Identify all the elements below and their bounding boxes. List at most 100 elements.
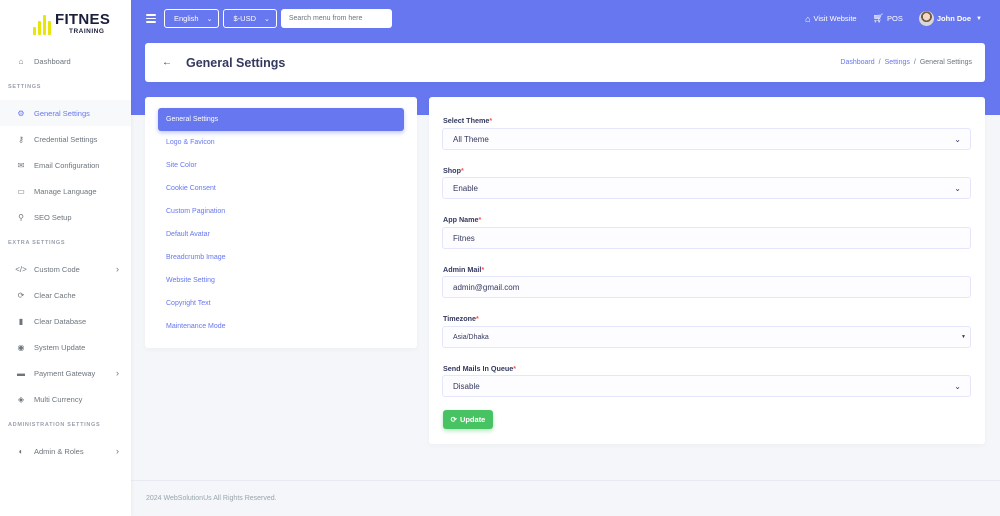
shield-icon: ◐ <box>18 446 24 456</box>
language-select-value: English <box>174 14 199 23</box>
settings-tab-site-color[interactable]: Site Color <box>158 154 404 177</box>
settings-tab-cookie-consent[interactable]: Cookie Consent <box>158 177 404 200</box>
sidebar-item-clear-cache[interactable]: ⟳ Clear Cache <box>0 282 131 308</box>
general-settings-form: Select Theme* All Theme ⌄ Shop* Enable ⌄… <box>429 97 985 444</box>
timezone-label: Timezone* <box>443 314 479 323</box>
sidebar-item-admin-roles[interactable]: ◐ Admin & Roles › <box>0 438 131 464</box>
top-navbar: English ⌄ $-USD ⌄ Search menu from here … <box>131 0 1000 37</box>
sidebar-item-label: Manage Language <box>34 186 97 196</box>
sidebar-item-label: SEO Setup <box>34 212 72 222</box>
sidebar-header-admin: ADMINISTRATION SETTINGS <box>8 422 101 428</box>
refresh-icon: ⟳ <box>17 290 25 300</box>
hamburger-menu-icon[interactable] <box>146 14 156 23</box>
copyright-text: 2024 WebSolutionUs All Rights Reserved. <box>146 495 277 502</box>
chevron-down-icon: ⌄ <box>954 381 961 391</box>
sidebar-item-payment-gateway[interactable]: ▬ Payment Gateway › <box>0 360 131 386</box>
settings-tab-website-setting[interactable]: Website Setting <box>158 269 404 292</box>
dumbbell-logo-icon <box>33 13 51 35</box>
settings-nav-card: General Settings Logo & Favicon Site Col… <box>145 97 417 348</box>
app-name-input[interactable]: Fitnes <box>442 227 971 249</box>
sidebar-header-settings: SETTINGS <box>8 84 42 90</box>
settings-tab-logo-favicon[interactable]: Logo & Favicon <box>158 131 404 154</box>
sidebar-item-system-update[interactable]: ◉ System Update <box>0 334 131 360</box>
sidebar-item-label: System Update <box>34 342 86 352</box>
envelope-icon: ✉ <box>17 160 25 170</box>
sidebar-item-label: Dashboard <box>34 56 71 66</box>
coins-icon: ◈ <box>17 394 25 404</box>
arrow-left-icon[interactable]: ← <box>162 57 172 68</box>
update-button[interactable]: ⟳ Update <box>443 410 493 429</box>
brand-logo[interactable]: FITNES TRAINING <box>0 0 131 48</box>
chevron-right-icon: › <box>116 446 119 456</box>
user-menu[interactable]: John Doe ▼ <box>918 11 982 26</box>
visit-website-link[interactable]: ⌂ Visit Website <box>805 14 857 24</box>
shop-label: Shop* <box>443 166 464 175</box>
gear-icon: ⚙ <box>17 108 25 118</box>
sidebar-item-clear-database[interactable]: ▮ Clear Database <box>0 308 131 334</box>
update-icon: ◉ <box>17 342 25 352</box>
chevron-down-icon: ⌄ <box>206 15 213 23</box>
chevron-down-icon: ⌄ <box>954 134 961 144</box>
shop-select[interactable]: Enable ⌄ <box>442 177 971 199</box>
mail-queue-label: Send Mails In Queue* <box>443 364 517 373</box>
admin-mail-value: admin@gmail.com <box>453 282 520 292</box>
brand-subtitle: TRAINING <box>69 28 105 36</box>
sidebar-item-label: Credential Settings <box>34 134 98 144</box>
settings-tab-breadcrumb-image[interactable]: Breadcrumb Image <box>158 246 404 269</box>
sidebar-item-label: Clear Database <box>34 316 87 326</box>
timezone-select-value: Asia/Dhaka <box>453 333 489 341</box>
settings-tab-general-settings[interactable]: General Settings <box>158 108 404 131</box>
breadcrumb: Dashboard / Settings / General Settings <box>840 59 972 66</box>
language-icon: ▭ <box>17 186 25 196</box>
visit-website-label: Visit Website <box>813 14 857 23</box>
settings-tab-maintenance-mode[interactable]: Maintenance Mode <box>158 315 404 338</box>
admin-mail-input[interactable]: admin@gmail.com <box>442 276 971 298</box>
chevron-down-icon: ⌄ <box>264 15 270 23</box>
chevron-right-icon: › <box>116 264 119 274</box>
pos-link[interactable]: 🛒︎ POS <box>873 13 903 24</box>
home-icon: ⌂ <box>805 13 811 24</box>
language-select[interactable]: English ⌄ <box>164 9 220 28</box>
sidebar-item-label: General Settings <box>34 108 90 118</box>
breadcrumb-dashboard[interactable]: Dashboard <box>840 59 874 66</box>
mail-queue-select[interactable]: Disable ⌄ <box>442 375 971 397</box>
sidebar-item-multi-currency[interactable]: ◈ Multi Currency <box>0 386 131 412</box>
credit-card-icon: ▬ <box>17 368 25 378</box>
user-name: John Doe <box>936 14 972 23</box>
key-icon: ⚷ <box>18 134 24 144</box>
sidebar-item-general-settings[interactable]: ⚙ General Settings <box>0 100 131 126</box>
refresh-icon: ⟳ <box>450 415 457 424</box>
shop-select-value: Enable <box>453 183 478 193</box>
avatar <box>918 11 934 26</box>
settings-tab-default-avatar[interactable]: Default Avatar <box>158 223 404 246</box>
currency-select-value: $-USD <box>233 14 256 23</box>
admin-mail-label: Admin Mail* <box>443 265 485 274</box>
page-header: ← General Settings Dashboard / Settings … <box>145 43 985 82</box>
sidebar-item-dashboard[interactable]: ⌂ Dashboard <box>0 48 131 74</box>
update-button-label: Update <box>459 415 486 424</box>
sidebar-header-extra: EXTRA SETTINGS <box>8 240 66 246</box>
sidebar-item-seo-setup[interactable]: ⚲ SEO Setup <box>0 204 131 230</box>
search-input[interactable]: Search menu from here <box>280 9 392 28</box>
settings-tab-copyright-text[interactable]: Copyright Text <box>158 292 404 315</box>
theme-label: Select Theme* <box>443 116 493 125</box>
sidebar: FITNES TRAINING ⌂ Dashboard SETTINGS ⚙ G… <box>0 0 131 516</box>
cart-icon: 🛒︎ <box>872 13 885 23</box>
sidebar-item-manage-language[interactable]: ▭ Manage Language <box>0 178 131 204</box>
pos-label: POS <box>887 14 903 23</box>
breadcrumb-settings[interactable]: Settings <box>885 59 910 66</box>
theme-select[interactable]: All Theme ⌄ <box>442 128 971 150</box>
search-icon: ⚲ <box>18 212 24 222</box>
sidebar-item-label: Payment Gateway <box>34 368 96 378</box>
sidebar-item-label: Clear Cache <box>34 290 76 300</box>
chevron-down-icon: ⌄ <box>954 183 961 193</box>
chevron-right-icon: › <box>116 368 119 378</box>
sidebar-item-custom-code[interactable]: </> Custom Code › <box>0 256 131 282</box>
sidebar-item-email-configuration[interactable]: ✉ Email Configuration <box>0 152 131 178</box>
settings-tab-custom-pagination[interactable]: Custom Pagination <box>158 200 404 223</box>
sidebar-item-credential-settings[interactable]: ⚷ Credential Settings <box>0 126 131 152</box>
currency-select[interactable]: $-USD ⌄ <box>223 9 277 28</box>
app-name-value: Fitnes <box>453 233 475 243</box>
breadcrumb-separator: / <box>878 59 881 66</box>
timezone-select[interactable]: Asia/Dhaka ▼ <box>442 326 971 348</box>
